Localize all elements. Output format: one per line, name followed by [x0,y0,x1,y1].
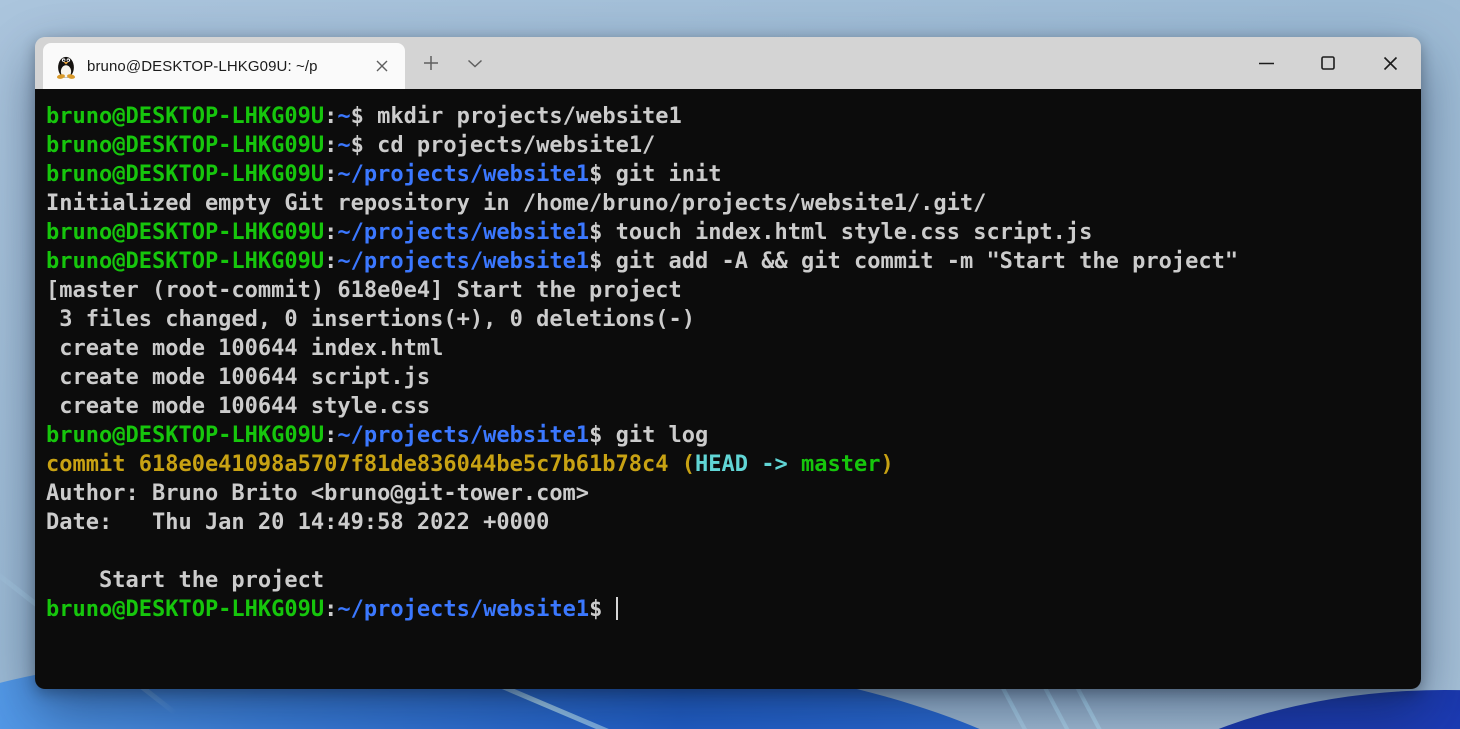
terminal-line: create mode 100644 script.js [46,363,1409,392]
terminal-line: Author: Bruno Brito <bruno@git-tower.com… [46,479,1409,508]
terminal-line: bruno@DESKTOP-LHKG09U:~$ mkdir projects/… [46,102,1409,131]
terminal-line: bruno@DESKTOP-LHKG09U:~/projects/website… [46,595,1409,624]
terminal-line: 3 files changed, 0 insertions(+), 0 dele… [46,305,1409,334]
terminal-window: bruno@DESKTOP-LHKG09U: ~/p [35,37,1421,689]
dropdown-chevron-icon[interactable] [457,45,493,81]
terminal-output[interactable]: bruno@DESKTOP-LHKG09U:~$ mkdir projects/… [35,89,1421,689]
terminal-line: Initialized empty Git repository in /hom… [46,189,1409,218]
terminal-line: bruno@DESKTOP-LHKG09U:~/projects/website… [46,218,1409,247]
terminal-line: [master (root-commit) 618e0e4] Start the… [46,276,1409,305]
terminal-line [46,537,1409,566]
terminal-line: create mode 100644 index.html [46,334,1409,363]
minimize-icon[interactable] [1235,37,1297,89]
terminal-line: bruno@DESKTOP-LHKG09U:~$ cd projects/web… [46,131,1409,160]
terminal-line: Start the project [46,566,1409,595]
terminal-line: create mode 100644 style.css [46,392,1409,421]
window-titlebar[interactable]: bruno@DESKTOP-LHKG09U: ~/p [35,37,1421,89]
window-controls [1235,37,1421,89]
maximize-icon[interactable] [1297,37,1359,89]
tux-linux-icon [55,53,77,79]
terminal-tab[interactable]: bruno@DESKTOP-LHKG09U: ~/p [43,43,405,89]
terminal-line: commit 618e0e41098a5707f81de836044be5c7b… [46,450,1409,479]
terminal-line: Date: Thu Jan 20 14:49:58 2022 +0000 [46,508,1409,537]
tab-title: bruno@DESKTOP-LHKG09U: ~/p [87,58,367,75]
terminal-line: bruno@DESKTOP-LHKG09U:~/projects/website… [46,247,1409,276]
desktop-wallpaper: bruno@DESKTOP-LHKG09U: ~/p [0,0,1460,729]
terminal-line: bruno@DESKTOP-LHKG09U:~/projects/website… [46,160,1409,189]
tab-close-icon[interactable] [367,51,397,81]
new-tab-icon[interactable] [413,45,449,81]
terminal-line: bruno@DESKTOP-LHKG09U:~/projects/website… [46,421,1409,450]
wallpaper-dark-petal [1055,690,1460,729]
close-icon[interactable] [1359,37,1421,89]
text-cursor [616,597,618,620]
